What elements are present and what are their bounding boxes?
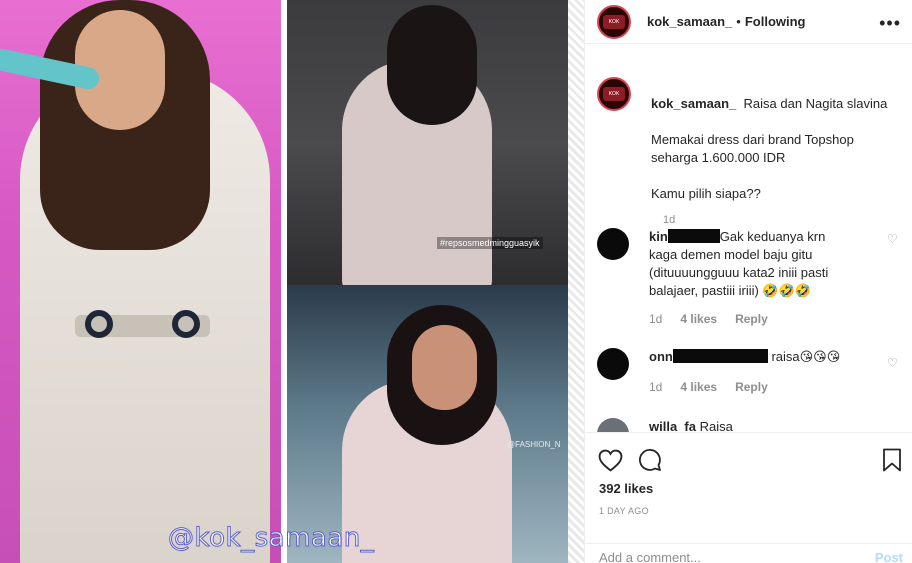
comment-input[interactable]	[599, 550, 859, 563]
comment-line: balajaer, pastiii iriii) 🤣🤣🤣	[649, 283, 811, 298]
caption-time: 1d	[663, 214, 676, 226]
following-button[interactable]: Following	[745, 14, 806, 29]
fashion-overlay: @FASHION_N	[507, 440, 561, 449]
avatar[interactable]: KOK	[597, 4, 631, 39]
face-shape-3	[412, 325, 477, 410]
bookmark-icon[interactable]	[879, 447, 905, 473]
comment-meta: 1d 4 likes Reply	[649, 312, 768, 326]
comment-text: willa_fa Raisa	[649, 418, 874, 432]
like-comment-icon[interactable]: ♡	[887, 356, 898, 370]
post-button[interactable]: Post	[875, 550, 903, 563]
comment-time: 1d	[649, 312, 663, 326]
photo-bottom-right: @FASHION_N	[287, 285, 568, 563]
header-username[interactable]: kok_samaan_	[647, 14, 732, 29]
comment-time: 1d	[649, 380, 663, 394]
separator-dot: •	[736, 14, 741, 29]
comment-likes[interactable]: 4 likes	[680, 380, 717, 394]
caption-username[interactable]: kok_samaan_	[651, 96, 736, 111]
post-time: 1 DAY AGO	[599, 506, 649, 516]
avatar[interactable]	[597, 418, 629, 432]
caption-line-4: seharga 1.600.000 IDR	[651, 150, 786, 165]
comment-username[interactable]: onn	[649, 349, 673, 364]
comment-username[interactable]: kin	[649, 229, 668, 244]
comment-line: (dituuuungguuu kata2 iniii pasti	[649, 265, 829, 280]
caption-line-1: Raisa dan Nagita slavina	[743, 96, 888, 111]
photo-left-singer	[0, 0, 281, 563]
hashtag-overlay: #repsosmedmingguasyik	[437, 237, 543, 249]
caption-avatar[interactable]: KOK	[597, 77, 631, 111]
post-media[interactable]: #repsosmedmingguasyik @FASHION_N @kok_sa…	[0, 0, 568, 563]
comments-list[interactable]: KOK kok_samaan_ Raisa dan Nagita slavina…	[585, 60, 912, 432]
post-actions: 392 likes 1 DAY AGO Post	[585, 432, 912, 563]
avatar-logo: KOK	[603, 14, 625, 29]
add-comment-bar: Post	[585, 543, 912, 563]
comment-text: kin Gak keduanya krn kaga demen model baj…	[649, 228, 874, 300]
like-comment-icon[interactable]: ♡	[887, 232, 898, 246]
comment-username[interactable]: willa_fa	[649, 419, 696, 432]
caption-text: kok_samaan_ Raisa dan Nagita slavina Mem…	[651, 95, 896, 203]
caption-line-3: Memakai dress dari brand Topshop	[651, 132, 854, 147]
belt-ring-right	[172, 310, 200, 338]
post-header: KOK kok_samaan_ • Following •••	[585, 0, 912, 44]
avatar-logo: KOK	[603, 87, 625, 101]
reply-button[interactable]: Reply	[735, 380, 768, 394]
avatar[interactable]	[597, 228, 629, 260]
comment-meta: 1d 4 likes Reply	[649, 380, 768, 394]
post-sidebar: KOK kok_samaan_ • Following ••• KOK kok_…	[584, 0, 912, 563]
comment-line: Gak keduanya krn	[719, 229, 826, 244]
scrollbar-track	[568, 0, 584, 563]
watermark: @kok_samaan_	[167, 523, 375, 554]
redaction-bar	[672, 349, 768, 363]
likes-count[interactable]: 392 likes	[599, 481, 653, 496]
avatar[interactable]	[597, 348, 629, 380]
comment-line: raisa😘😘😘	[771, 349, 841, 364]
belt-ring-left	[85, 310, 113, 338]
like-heart-icon[interactable]	[597, 447, 623, 473]
comment-line: Raisa	[699, 419, 733, 432]
caption-line-6: Kamu pilih siapa??	[651, 186, 761, 201]
redaction-bar	[667, 229, 720, 243]
hair-shape-2	[387, 5, 477, 125]
comment-bubble-icon[interactable]	[637, 447, 663, 473]
reply-button[interactable]: Reply	[735, 312, 768, 326]
more-options-icon[interactable]: •••	[879, 13, 901, 34]
photo-top-right: #repsosmedmingguasyik	[287, 0, 568, 285]
comment-line: kaga demen model baju gitu	[649, 247, 813, 262]
comment-likes[interactable]: 4 likes	[680, 312, 717, 326]
comment-text: onn raisa😘😘😘	[649, 348, 874, 366]
